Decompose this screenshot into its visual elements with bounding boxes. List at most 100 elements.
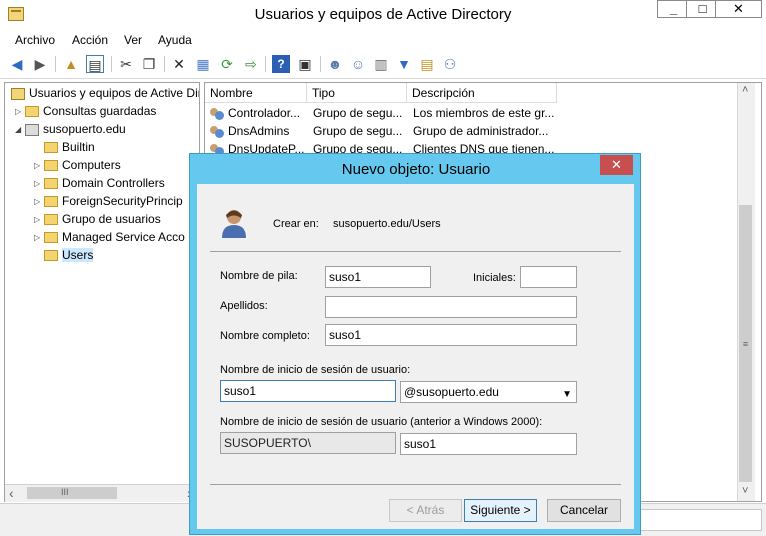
new-user-icon[interactable]: ☻: [326, 55, 344, 73]
console-tree: Usuarios y equipos de Active Dir ▷ Consul…: [4, 82, 200, 502]
scrollbar-thumb[interactable]: [27, 487, 117, 499]
column-header-nombre[interactable]: Nombre: [205, 83, 307, 103]
new-group-icon[interactable]: ☺: [349, 55, 367, 73]
list-item[interactable]: DnsAdmins: [205, 122, 289, 141]
help-icon[interactable]: ?: [272, 55, 290, 73]
toolbar-separator: [111, 56, 112, 72]
item-name: DnsAdmins: [228, 124, 290, 138]
folder-icon: [25, 106, 39, 118]
toolbar-separator: [164, 56, 165, 72]
tree-item-computers[interactable]: ▷ Computers: [34, 156, 121, 174]
folder-icon: [44, 250, 58, 262]
expand-icon[interactable]: ▷: [34, 229, 42, 247]
initials-label: Iniciales:: [473, 272, 516, 284]
tree-item-managed-service[interactable]: ▷ Managed Service Acco: [34, 228, 185, 246]
ou-folder-icon: [44, 178, 58, 190]
expand-icon[interactable]: ▷: [15, 103, 23, 121]
collapse-icon[interactable]: ◢: [15, 121, 23, 139]
export-list-icon[interactable]: ⇨: [242, 55, 260, 73]
next-button[interactable]: Siguiente >: [464, 499, 537, 522]
expand-icon[interactable]: ▷: [34, 193, 42, 211]
tree-item-label: Consultas guardadas: [43, 104, 157, 118]
logon-name-input[interactable]: suso1: [220, 380, 396, 402]
forward-arrow-icon[interactable]: ▶: [31, 55, 49, 73]
expand-icon[interactable]: ▷: [34, 211, 42, 229]
toolbar-separator: [55, 56, 56, 72]
mmc-console-icon[interactable]: ▣: [296, 55, 314, 73]
column-header-tipo[interactable]: Tipo: [307, 83, 407, 103]
cancel-button[interactable]: Cancelar: [547, 499, 621, 522]
tree-item-builtin[interactable]: Builtin: [34, 138, 95, 156]
first-name-label: Nombre de pila:: [220, 270, 298, 282]
tree-root[interactable]: Usuarios y equipos de Active Dir: [9, 84, 200, 102]
cut-icon[interactable]: ✂: [117, 55, 135, 73]
menu-bar: Archivo Acción Ver Ayuda: [0, 30, 766, 50]
show-tree-icon[interactable]: ▤: [86, 55, 104, 73]
tree-item-grupo-usuarios[interactable]: ▷ Grupo de usuarios: [34, 210, 161, 228]
back-button[interactable]: < Atrás: [389, 499, 462, 522]
tree-item-users[interactable]: Users: [34, 246, 94, 264]
menu-ver[interactable]: Ver: [124, 33, 142, 47]
filter-icon[interactable]: ▼: [395, 55, 413, 73]
column-header-descripcion[interactable]: Descripción: [407, 83, 557, 103]
tree-horizontal-scrollbar[interactable]: ‹ III ›: [5, 484, 199, 502]
full-name-input[interactable]: suso1: [325, 324, 577, 346]
copy-icon[interactable]: ❐: [140, 55, 158, 73]
menu-archivo[interactable]: Archivo: [15, 33, 55, 47]
list-item[interactable]: Controlador...: [205, 104, 300, 123]
tree-item-domain[interactable]: ◢ susopuerto.edu: [15, 120, 126, 138]
window-title: Usuarios y equipos de Active Directory: [254, 6, 512, 23]
toolbar: ◀ ▶ ▲ ▤ ✂ ❐ ✕ ▦ ⟳ ⇨ ? ▣ ☻ ☺ ▥ ▼ ▤ ⚇: [0, 50, 766, 79]
add-to-group-icon[interactable]: ⚇: [441, 55, 459, 73]
tree-item-saved-queries[interactable]: ▷ Consultas guardadas: [15, 102, 156, 120]
last-name-label: Apellidos:: [220, 300, 268, 312]
tree-item-label: Managed Service Acco: [62, 230, 185, 244]
create-in-path: susopuerto.edu/Users: [333, 218, 441, 230]
domain-suffix-value: @susopuerto.edu: [404, 385, 499, 399]
initials-input[interactable]: [520, 266, 577, 288]
scroll-up-icon[interactable]: ˄: [742, 84, 748, 96]
expand-icon[interactable]: ▷: [34, 175, 42, 193]
security-group-icon: [210, 107, 224, 120]
new-user-dialog: Nuevo objeto: Usuario ✕ Crear en: susopu…: [189, 153, 641, 535]
create-in-label: Crear en:: [273, 218, 319, 230]
security-group-icon: [210, 125, 224, 138]
back-arrow-icon[interactable]: ◀: [8, 55, 26, 73]
scroll-grip-icon: ≡: [742, 339, 749, 349]
first-name-input[interactable]: suso1: [325, 266, 431, 288]
scroll-down-icon[interactable]: ˅: [742, 485, 748, 497]
domain-icon: [25, 123, 39, 136]
full-name-label: Nombre completo:: [220, 330, 310, 342]
folder-icon: [44, 232, 58, 244]
title-bar: Usuarios y equipos de Active Directory _…: [0, 0, 766, 30]
expand-icon[interactable]: ▷: [34, 157, 42, 175]
scroll-left-icon[interactable]: ‹: [9, 485, 14, 501]
folder-icon: [44, 196, 58, 208]
delete-icon[interactable]: ✕: [170, 55, 188, 73]
toolbar-separator: [265, 56, 266, 72]
menu-accion[interactable]: Acción: [72, 33, 108, 47]
scroll-grip-icon: III: [61, 487, 69, 497]
properties-icon[interactable]: ▦: [194, 55, 212, 73]
tree-item-label: ForeignSecurityPrincip: [62, 194, 183, 208]
tree-item-label: Grupo de usuarios: [62, 212, 161, 226]
tree-item-label: Computers: [62, 158, 121, 172]
menu-ayuda[interactable]: Ayuda: [158, 33, 192, 47]
up-folder-icon[interactable]: ▲: [62, 55, 80, 73]
ou-folder-icon: [44, 214, 58, 226]
pre2000-logon-input[interactable]: suso1: [400, 433, 577, 455]
tree-root-label: Usuarios y equipos de Active Dir: [29, 86, 200, 100]
domain-suffix-select[interactable]: @susopuerto.edu ▼: [400, 381, 577, 403]
tree-item-domain-controllers[interactable]: ▷ Domain Controllers: [34, 174, 165, 192]
tree-item-label: susopuerto.edu: [43, 122, 126, 136]
close-button[interactable]: ✕: [715, 0, 762, 18]
find-icon[interactable]: ▤: [418, 55, 436, 73]
tree-item-label: Domain Controllers: [62, 176, 165, 190]
folder-icon: [44, 160, 58, 172]
last-name-input[interactable]: [325, 296, 577, 318]
item-type: Grupo de segu...: [313, 106, 403, 120]
tree-item-foreign-security[interactable]: ▷ ForeignSecurityPrincip: [34, 192, 183, 210]
refresh-icon[interactable]: ⟳: [218, 55, 236, 73]
dialog-close-button[interactable]: ✕: [600, 155, 633, 175]
new-ou-icon[interactable]: ▥: [372, 55, 390, 73]
